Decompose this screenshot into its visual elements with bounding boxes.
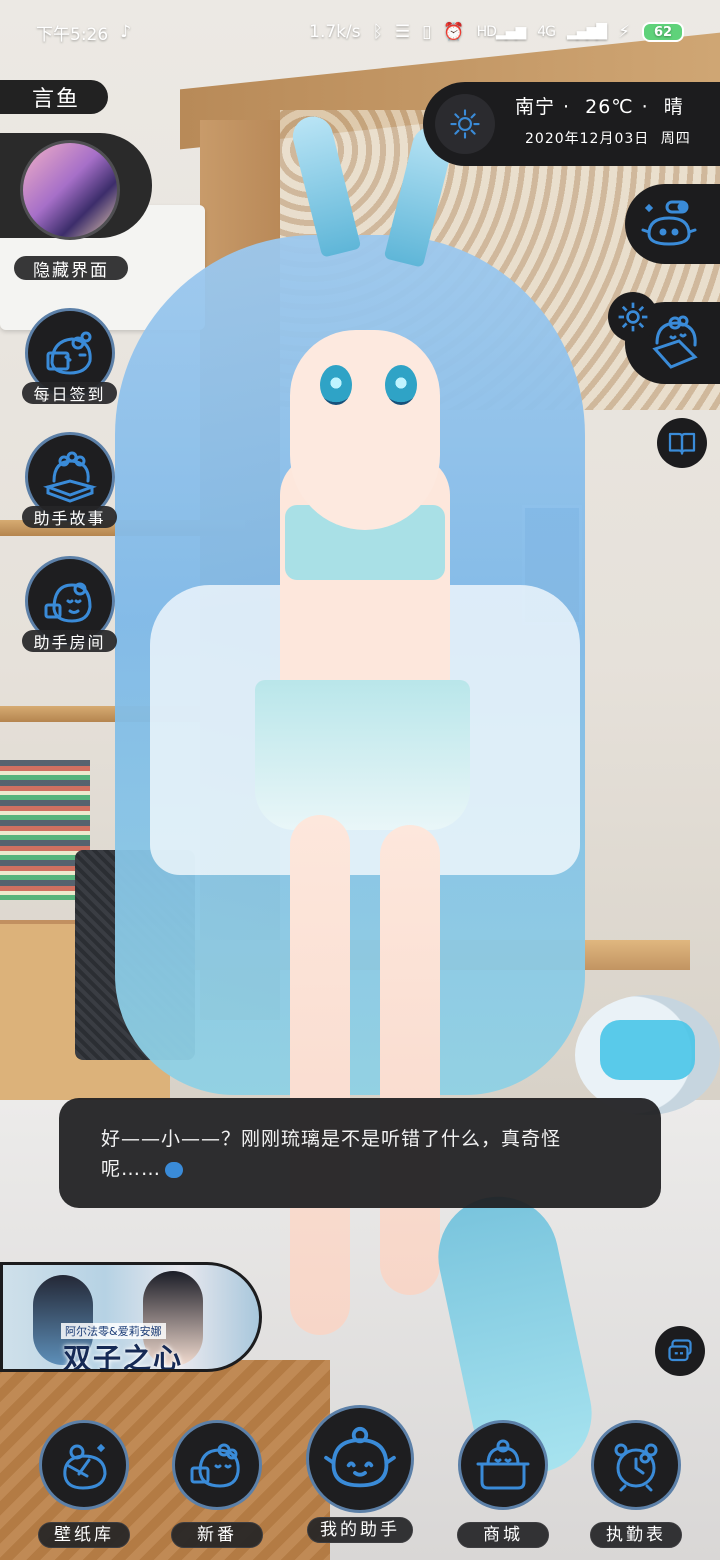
assistant-dialog[interactable]: 好——小——？刚刚琉璃是不是听错了什么，真奇怪呢…… bbox=[59, 1098, 661, 1208]
story-label: 助手故事 bbox=[22, 506, 117, 528]
music-note-icon: ♪ bbox=[120, 22, 132, 42]
checkin-button[interactable]: 每日签到 bbox=[22, 308, 117, 404]
shop-icon bbox=[458, 1420, 548, 1510]
weather-summary: 南宁 · 26℃ · 晴 bbox=[515, 92, 692, 119]
bluetooth-icon: ᛒ bbox=[372, 22, 383, 42]
character-eye bbox=[385, 365, 417, 405]
nav-shop-label: 商城 bbox=[457, 1522, 549, 1548]
duty-roster-icon bbox=[591, 1420, 681, 1510]
nav-wallpaper-label: 壁纸库 bbox=[38, 1522, 130, 1548]
nav-my-assistant[interactable]: 我的助手 bbox=[295, 1405, 425, 1543]
character-leg bbox=[290, 815, 350, 1335]
nav-my-assistant-label: 我的助手 bbox=[307, 1517, 413, 1543]
weather-weekday: 周四 bbox=[660, 131, 691, 147]
charging-icon: ⚡ bbox=[618, 22, 630, 42]
hd-signal-icon: HD▂▄▆ bbox=[476, 24, 527, 40]
weather-date-line: 2020年12月03日 周四 bbox=[525, 128, 697, 148]
battery-indicator: 62 bbox=[642, 22, 684, 42]
nav-duty-roster-label: 执勤表 bbox=[590, 1522, 682, 1548]
book-icon[interactable] bbox=[657, 418, 707, 468]
hide-ui-button[interactable]: 隐藏界面 bbox=[14, 256, 128, 281]
checkin-label: 每日签到 bbox=[22, 382, 117, 404]
app-name-pill[interactable]: 言鱼 bbox=[0, 80, 108, 114]
nav-duty-roster[interactable]: 执勤表 bbox=[571, 1420, 701, 1548]
promo-banner[interactable]: 阿尔法零&爱莉安娜 双子之心 bbox=[0, 1262, 262, 1372]
network-speed: 1.7k/s bbox=[309, 22, 361, 42]
avatar[interactable] bbox=[20, 140, 120, 240]
nav-wallpaper[interactable]: 壁纸库 bbox=[19, 1420, 149, 1548]
story-button[interactable]: 助手故事 bbox=[22, 432, 117, 528]
weather-city: 南宁 bbox=[515, 96, 556, 118]
clock: 下午5:26 bbox=[36, 24, 109, 45]
chat-icon bbox=[165, 1161, 184, 1178]
new-anime-icon bbox=[172, 1420, 262, 1510]
status-right: 1.7k/s ᛒ ☰ ▯ ⏰ HD▂▄▆ 4G ▂▄▆█ ⚡ 62 bbox=[309, 22, 684, 42]
nav-new-anime[interactable]: 新番 bbox=[152, 1420, 282, 1548]
weather-date: 2020年12月03日 bbox=[525, 131, 650, 147]
banner-title: 双子之心 bbox=[63, 1342, 184, 1372]
alarm-icon: ⏰ bbox=[443, 22, 465, 42]
weather-temperature: 26℃ bbox=[585, 96, 634, 118]
separator-dot: · bbox=[641, 96, 649, 118]
weather-condition: 晴 bbox=[663, 96, 684, 118]
character-skirt bbox=[255, 680, 470, 830]
character-face bbox=[290, 330, 440, 530]
my-assistant-icon bbox=[306, 1405, 414, 1513]
menu-icon: ☰ bbox=[394, 22, 411, 42]
wallpaper-icon bbox=[39, 1420, 129, 1510]
weather-widget[interactable]: 南宁 · 26℃ · 晴 2020年12月03日 周四 bbox=[423, 82, 720, 166]
network-type: 4G bbox=[537, 24, 556, 40]
character-leg bbox=[380, 825, 440, 1295]
nav-new-anime-label: 新番 bbox=[171, 1522, 263, 1548]
sun-icon bbox=[435, 94, 495, 154]
room-button[interactable]: 助手房间 bbox=[22, 556, 117, 652]
room-label: 助手房间 bbox=[22, 630, 117, 652]
status-left: 下午5:26 ♪ bbox=[36, 20, 131, 45]
vibrate-icon: ▯ bbox=[422, 22, 432, 42]
character-eye bbox=[320, 365, 352, 405]
nav-shop[interactable]: 商城 bbox=[438, 1420, 568, 1548]
assistant-mascot-button[interactable] bbox=[625, 184, 720, 264]
separator-dot: · bbox=[563, 96, 571, 118]
gear-icon[interactable] bbox=[608, 292, 658, 342]
signal-icon: ▂▄▆█ bbox=[566, 24, 607, 40]
message-icon[interactable] bbox=[655, 1326, 705, 1376]
mascot-icon bbox=[641, 200, 697, 246]
status-bar: 下午5:26 ♪ 1.7k/s ᛒ ☰ ▯ ⏰ HD▂▄▆ 4G ▂▄▆█ ⚡ … bbox=[0, 0, 720, 64]
